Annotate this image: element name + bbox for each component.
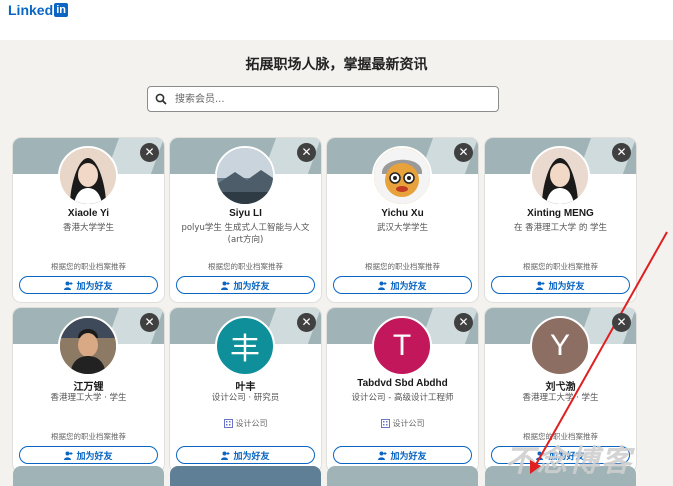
close-icon[interactable]: ✕ bbox=[140, 143, 159, 162]
close-icon[interactable]: ✕ bbox=[297, 143, 316, 162]
avatar[interactable] bbox=[215, 146, 275, 206]
close-icon[interactable]: ✕ bbox=[612, 313, 631, 332]
avatar[interactable] bbox=[372, 146, 432, 206]
close-icon[interactable]: ✕ bbox=[297, 313, 316, 332]
avatar[interactable]: 丰 bbox=[215, 316, 275, 376]
avatar-initial: T bbox=[392, 329, 412, 362]
avatar[interactable]: T bbox=[372, 316, 432, 376]
close-icon[interactable]: ✕ bbox=[454, 143, 473, 162]
avatar-initial: 丰 bbox=[230, 333, 260, 366]
avatar[interactable] bbox=[530, 146, 590, 206]
avatar[interactable]: Y bbox=[530, 316, 590, 376]
avatar[interactable] bbox=[58, 146, 118, 206]
avatar[interactable] bbox=[58, 316, 118, 376]
avatar-initial: Y bbox=[549, 329, 570, 362]
close-icon[interactable]: ✕ bbox=[612, 143, 631, 162]
annotation-arrow bbox=[530, 231, 668, 474]
close-icon[interactable]: ✕ bbox=[454, 313, 473, 332]
close-icon[interactable]: ✕ bbox=[140, 313, 159, 332]
